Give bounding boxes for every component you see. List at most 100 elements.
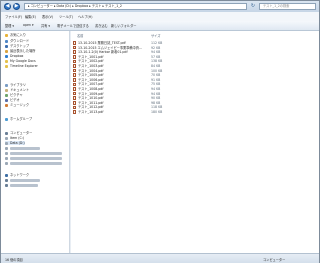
pdf-file-icon bbox=[73, 105, 76, 110]
redacted-label bbox=[10, 146, 40, 150]
sidebar-item-blurred[interactable] bbox=[5, 146, 40, 150]
sidebar-item-blurred[interactable] bbox=[5, 183, 38, 187]
sidebar-item-desktop[interactable]: デスクトップ bbox=[5, 44, 29, 48]
open-button[interactable]: open ▾ bbox=[23, 23, 34, 27]
menu-help[interactable]: ヘルプ(H) bbox=[78, 14, 92, 19]
file-name: テスト_1009.pdf bbox=[78, 91, 104, 96]
share-button[interactable]: 共有 ▾ bbox=[41, 23, 50, 28]
file-name: テスト_1004.pdf bbox=[78, 68, 104, 73]
favorites-header[interactable]: お気に入り bbox=[5, 33, 26, 37]
sidebar-item-recent[interactable]: 最近表示した場所 bbox=[5, 49, 36, 53]
file-size: 98 KB bbox=[151, 100, 161, 105]
file-size: 57 KB bbox=[151, 54, 161, 59]
menu-edit[interactable]: 編集(E) bbox=[25, 14, 36, 19]
menu-tools[interactable]: ツール(T) bbox=[59, 14, 73, 19]
folder-icon bbox=[5, 59, 8, 63]
status-bar: 16 個の項目 コンピューター bbox=[1, 253, 319, 263]
pdf-file-icon bbox=[73, 64, 76, 68]
file-row[interactable]: テスト_1010.pdf 90 KB bbox=[73, 96, 168, 100]
file-row[interactable]: テスト_1004.pdf 100 KB bbox=[73, 69, 168, 73]
refresh-button[interactable]: ↻ bbox=[249, 3, 257, 10]
sidebar-item-downloads[interactable]: ダウンロード bbox=[5, 39, 29, 43]
pdf-file-icon bbox=[73, 59, 76, 64]
file-size: 91 KB bbox=[151, 77, 161, 82]
file-size: 84 KB bbox=[151, 64, 161, 68]
redacted-label bbox=[10, 178, 40, 182]
file-row[interactable]: テスト_1005.pdf 70 KB bbox=[73, 73, 168, 77]
file-size: 92 KB bbox=[151, 45, 161, 50]
email-button[interactable]: 電子メールで送信する bbox=[57, 23, 89, 28]
forward-button[interactable]: ▶ bbox=[13, 3, 20, 10]
videos-icon bbox=[5, 98, 8, 102]
burn-button[interactable]: 書き込む bbox=[95, 23, 108, 28]
sidebar-item-drive-d[interactable]: Data (D:) bbox=[5, 141, 25, 145]
file-row[interactable]: テスト_1003.pdf 84 KB bbox=[73, 64, 168, 68]
file-name: 13-10-2015 エムジェイピー事業準備中資... bbox=[78, 45, 143, 50]
pdf-file-icon bbox=[73, 78, 76, 82]
search-input[interactable]: テスト_1_2の検索 bbox=[259, 3, 316, 10]
file-name: テスト_1003.pdf bbox=[78, 64, 104, 68]
sidebar-item-blurred[interactable] bbox=[5, 156, 62, 160]
sidebar-item-music[interactable]: ミュージック bbox=[5, 103, 29, 107]
new-folder-button[interactable]: 新しいフォルダー bbox=[111, 23, 137, 28]
pdf-file-icon bbox=[73, 45, 76, 50]
network-computer-icon bbox=[5, 178, 8, 182]
dropbox-icon bbox=[5, 54, 8, 58]
file-row[interactable]: テスト_1009.pdf 94 KB bbox=[73, 92, 168, 96]
back-arrow-icon: ◀ bbox=[5, 3, 10, 9]
documents-icon bbox=[5, 88, 8, 92]
file-name: 13-10-2015 業務日誌_TEST.pdf bbox=[78, 41, 126, 45]
libraries-header[interactable]: ライブラリ bbox=[5, 83, 26, 87]
file-row[interactable]: テスト_1002.pdf 138 KB bbox=[73, 59, 168, 63]
sidebar-item-videos[interactable]: ビデオ bbox=[5, 98, 20, 102]
sidebar-item-homegroup[interactable]: ホームグループ bbox=[5, 117, 32, 121]
column-header-name[interactable]: 名前 bbox=[77, 33, 83, 38]
forward-arrow-icon: ▶ bbox=[14, 3, 19, 9]
file-size: 94 KB bbox=[151, 87, 161, 91]
pdf-file-icon bbox=[73, 87, 76, 91]
sidebar-item-drive-c[interactable]: Item (C:) bbox=[5, 136, 24, 140]
file-row[interactable]: テスト_1007.pdf 75 KB bbox=[73, 82, 168, 86]
pdf-file-icon bbox=[73, 68, 76, 73]
sidebar-item-timeline[interactable]: Timeline Explorer bbox=[5, 64, 38, 68]
explorer-window: ◀ ▶ ▸ コンピューター ▸ Data (D:) ▸ Dropbox ▸ テス… bbox=[0, 0, 320, 263]
drive-icon bbox=[5, 146, 8, 150]
drive-icon bbox=[5, 156, 8, 160]
file-row[interactable]: 13-10-1.2(0) Harbor 新着01.pdf 94 KB bbox=[73, 50, 168, 54]
sidebar-item-blurred[interactable] bbox=[5, 178, 40, 182]
address-input[interactable]: ▸ コンピューター ▸ Data (D:) ▸ Dropbox ▸ テスト ▸ … bbox=[24, 3, 247, 10]
sidebar-item-documents[interactable]: ドキュメント bbox=[5, 88, 29, 92]
sidebar-item-pictures[interactable]: ピクチャ bbox=[5, 93, 23, 97]
file-row[interactable]: 13-10-2015 業務日誌_TEST.pdf 112 KB bbox=[73, 41, 168, 45]
network-header[interactable]: ネットワーク bbox=[5, 173, 29, 177]
file-size: 70 KB bbox=[151, 73, 161, 78]
desktop-icon bbox=[5, 44, 8, 48]
address-path: ▸ コンピューター ▸ Data (D:) ▸ Dropbox ▸ テスト ▸ … bbox=[28, 4, 122, 8]
sidebar-item-google-docs[interactable]: My Google Docs bbox=[5, 59, 36, 63]
menu-view[interactable]: 表示(V) bbox=[42, 14, 53, 19]
recent-places-icon bbox=[5, 49, 8, 53]
file-name: テスト_1012.pdf bbox=[78, 105, 104, 110]
sidebar-item-dropbox[interactable]: Dropbox bbox=[5, 54, 23, 58]
file-size: 118 KB bbox=[151, 105, 163, 110]
sidebar-item-blurred[interactable] bbox=[5, 161, 62, 165]
status-location: コンピューター bbox=[263, 258, 286, 262]
file-row[interactable]: テスト_1013.pdf 180 KB bbox=[73, 110, 168, 114]
back-button[interactable]: ◀ bbox=[4, 3, 11, 10]
file-size: 94 KB bbox=[151, 91, 161, 96]
organize-button[interactable]: 整理 ▾ bbox=[5, 23, 14, 28]
file-row[interactable]: 13-10-2015 エムジェイピー事業準備中資... 92 KB bbox=[73, 46, 168, 50]
computer-header[interactable]: コンピューター bbox=[5, 131, 32, 135]
pdf-file-icon bbox=[73, 101, 76, 105]
file-name: テスト_1002.pdf bbox=[78, 59, 104, 64]
file-row[interactable]: テスト_1008.pdf 94 KB bbox=[73, 87, 168, 91]
folder-icon bbox=[5, 64, 8, 68]
drive-icon bbox=[5, 161, 8, 165]
menu-file[interactable]: ファイル(F) bbox=[5, 14, 22, 19]
sidebar-item-blurred[interactable] bbox=[5, 151, 62, 155]
drive-icon bbox=[5, 151, 8, 155]
file-row[interactable]: テスト_1012.pdf 118 KB bbox=[73, 105, 168, 109]
drive-icon bbox=[5, 136, 8, 140]
file-size: 112 KB bbox=[151, 41, 163, 45]
column-header-size[interactable]: サイズ bbox=[151, 33, 160, 38]
